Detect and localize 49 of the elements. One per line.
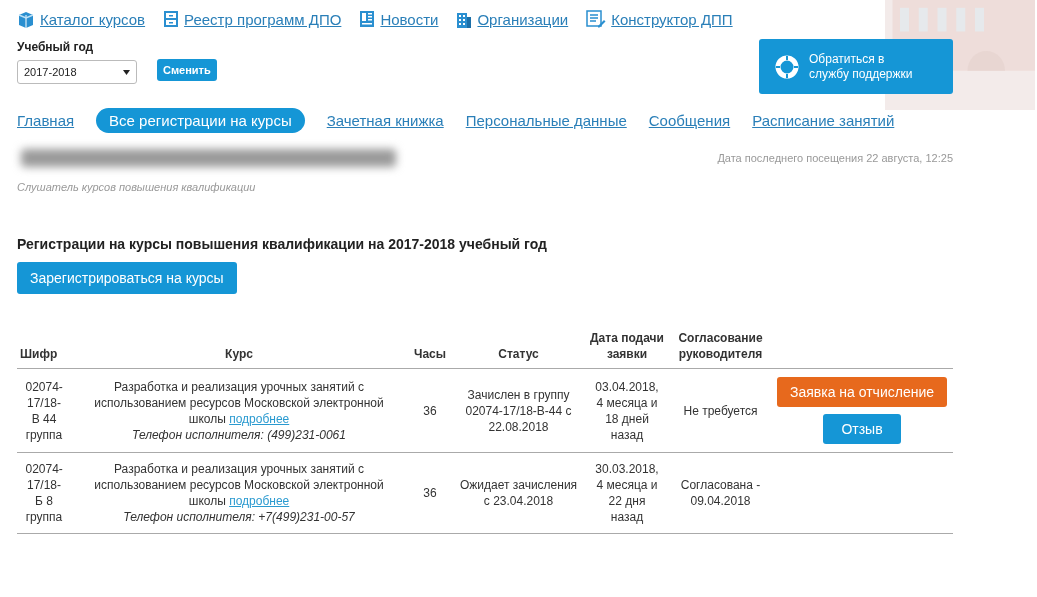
field-label: Учебный год — [17, 40, 94, 54]
column-header: Статус — [498, 346, 539, 362]
submission-date: 03.04.2018, 4 месяца и 18 дней назад — [594, 378, 660, 443]
feedback-button[interactable]: Отзыв — [823, 414, 901, 444]
nav-tab[interactable]: Все регистрации на курсы — [96, 107, 305, 133]
column-header: Согласование руководителя — [677, 330, 764, 362]
approval-status: Согласована - 09.04.2018 — [679, 477, 762, 509]
nav-link[interactable]: Конструктор ДПП — [611, 10, 733, 28]
hours-value: 36 — [423, 402, 437, 419]
phone-text: Телефон исполнителя: +7(499)231-00-57 — [123, 509, 355, 525]
nav-link[interactable]: Новости — [380, 10, 439, 28]
nav-tab[interactable]: Расписание занятий — [752, 111, 895, 129]
building-icon — [456, 10, 473, 28]
phone-text: Телефон исполнителя: (499)231-0061 — [132, 426, 346, 443]
change-button[interactable]: Сменить — [157, 59, 217, 81]
document-pencil-icon — [586, 10, 607, 28]
register-button[interactable]: Зарегистрироваться на курсы — [17, 262, 237, 294]
status-text: Ожидает зачисления с 23.04.2018 — [458, 477, 579, 509]
nav-link[interactable]: Каталог курсов — [40, 10, 146, 28]
nav-tab[interactable]: Зачетная книжка — [326, 111, 444, 129]
nav-tab[interactable]: Главная — [17, 111, 75, 129]
support-button[interactable]: Обратиться в службу поддержки — [759, 39, 953, 94]
section-title: Регистрации на курсы повышения квалификации на 2017-2018 учебный год — [17, 236, 547, 252]
details-link[interactable]: подробнее — [229, 494, 290, 508]
last-visit-text: Дата последнего посещения 22 августа, 12:25 — [717, 152, 953, 164]
column-header: Дата подачи заявки — [589, 330, 665, 362]
user-role: Слушатель курсов повышения квалификации — [17, 181, 256, 193]
status-text: Зачислен в группу 02074-17/18-В-44 с 22.08.2018 — [464, 386, 573, 435]
nav-tab[interactable]: Персональные данные — [465, 111, 627, 129]
submission-date: 30.03.2018, 4 месяца и 22 дня назад — [594, 461, 660, 525]
hours-value: 36 — [423, 485, 437, 501]
course-title: Разработка и реализация урочных занятий с использованием ресурсов Московской электронной школы подробнее — [93, 378, 385, 427]
nav-tab[interactable]: Сообщения — [648, 111, 731, 129]
column-header: Часы — [414, 346, 446, 362]
withdrawal-request-button[interactable]: Заявка на отчисление — [776, 377, 948, 407]
newspaper-icon — [359, 10, 376, 28]
nav-link[interactable]: Реестр программ ДПО — [184, 10, 342, 28]
approval-status: Не требуется — [683, 402, 758, 419]
nav-link[interactable]: Организации — [477, 10, 569, 28]
course-code: 02074-17/18-Б 8 группа — [25, 461, 63, 525]
column-header: Шифр — [20, 346, 58, 362]
year-dropdown[interactable]: 2017-2018 — [17, 60, 137, 84]
course-title: Разработка и реализация урочных занятий с использованием ресурсов Московской электронной школы подробнее — [93, 461, 385, 509]
file-cabinet-icon — [163, 10, 180, 28]
lifebuoy-icon — [775, 54, 799, 79]
column-header: Курс — [225, 346, 253, 362]
caret-icon — [123, 69, 130, 75]
course-code: 02074-17/18-В 44 группа — [25, 378, 63, 443]
details-link[interactable]: подробнее — [229, 411, 290, 426]
